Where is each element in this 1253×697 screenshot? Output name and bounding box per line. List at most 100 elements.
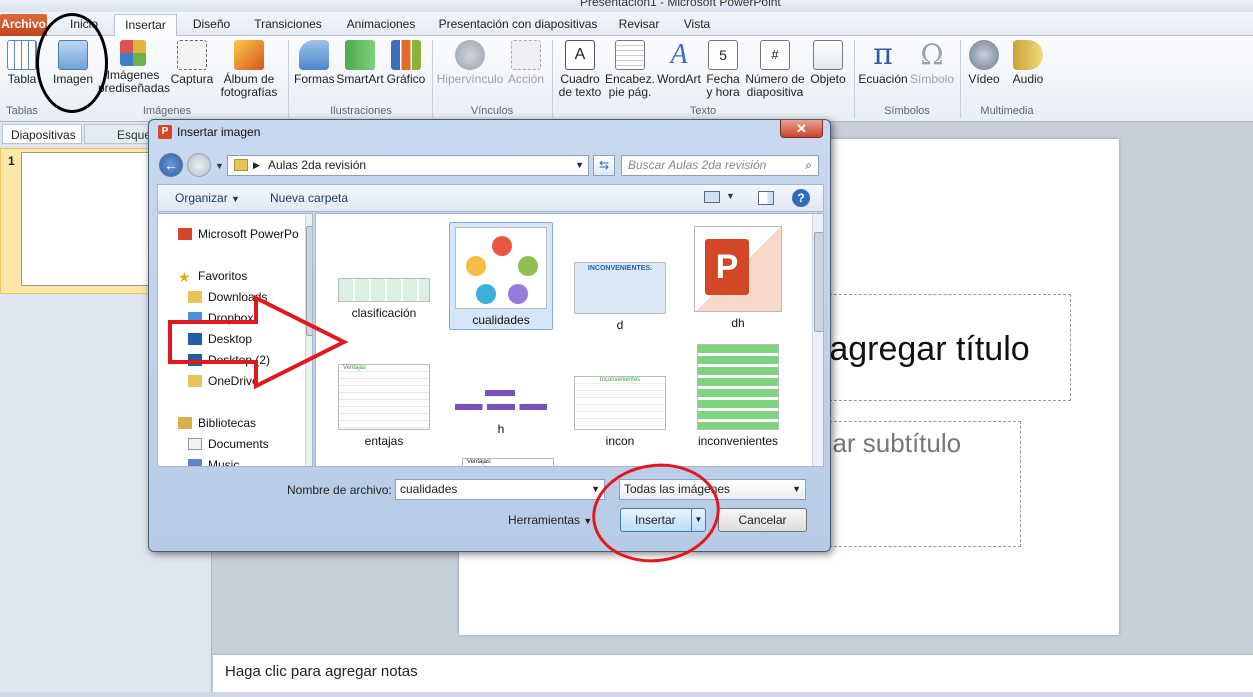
filename-input[interactable]: cualidades ▼	[395, 479, 605, 500]
thumbnail-text: Ventajas:	[467, 459, 492, 465]
diagram-node	[518, 256, 538, 276]
tools-button[interactable]: Herramientas ▼	[508, 513, 592, 527]
address-bar: ← → ▼ ▶ Aulas 2da revisión ▼ ⇆ Buscar Au…	[157, 153, 820, 179]
refresh-button[interactable]: ⇆	[593, 155, 615, 176]
ribbon-tabs: Archivo Inicio Insertar Diseño Transicio…	[0, 12, 1253, 37]
recent-pages-dropdown-icon[interactable]: ▼	[215, 161, 224, 171]
action-icon	[511, 40, 541, 70]
chevron-down-icon[interactable]: ▼	[726, 191, 735, 201]
header-footer-button[interactable]: Encabez. pie pág.	[604, 38, 656, 99]
date-time-button[interactable]: 5 Fecha y hora	[704, 38, 742, 99]
file-item-d[interactable]: INCONVENIENTES. d	[568, 222, 672, 332]
view-options-icon[interactable]	[704, 191, 720, 203]
wordart-button[interactable]: A WordArt	[656, 38, 702, 86]
object-icon	[813, 40, 843, 70]
search-input[interactable]: Buscar Aulas 2da revisión ⌕	[621, 155, 819, 176]
file-item-h[interactable]: h	[449, 344, 553, 444]
file-item-dh[interactable]: P dh	[686, 222, 790, 330]
audio-button[interactable]: Audio	[1008, 38, 1048, 86]
forward-button[interactable]: →	[187, 153, 211, 177]
photo-album-label: Álbum de fotografías	[220, 72, 278, 99]
slide-number-icon: #	[760, 40, 790, 70]
tab-archivo[interactable]: Archivo	[0, 14, 47, 36]
group-multimedia: Multimedia	[980, 105, 1034, 117]
star-icon: ★	[178, 269, 191, 285]
video-icon	[969, 40, 999, 70]
arrow-left-icon: ←	[164, 157, 178, 173]
screenshot-icon	[177, 40, 207, 70]
refresh-icon: ⇆	[598, 158, 610, 172]
screenshot-button[interactable]: Captura	[170, 38, 214, 86]
date-time-label: Fecha y hora	[706, 72, 740, 99]
thumbnail-text: INCONVENIENTES.	[587, 265, 653, 272]
clipart-button[interactable]: Imágenes prediseñadas	[98, 38, 171, 95]
audio-label: Audio	[1012, 72, 1044, 86]
group-vinculos: Vínculos	[470, 105, 514, 117]
notes-pane[interactable]: Haga clic para agregar notas	[213, 654, 1253, 692]
chart-button[interactable]: Gráfico	[386, 38, 426, 86]
file-label: clasificación	[351, 306, 417, 320]
video-button[interactable]: Vídeo	[964, 38, 1004, 86]
new-folder-button[interactable]: Nueva carpeta	[270, 191, 348, 205]
action-button[interactable]: Acción	[506, 38, 546, 86]
help-icon[interactable]: ?	[792, 189, 810, 207]
textbox-button[interactable]: A Cuadro de texto	[556, 38, 604, 99]
scrollbar-thumb[interactable]	[814, 232, 823, 332]
slide-number-label: Número de diapositiva	[745, 72, 805, 99]
path-breadcrumb[interactable]: ▶ Aulas 2da revisión ▼	[227, 155, 589, 176]
tab-slides[interactable]: Diapositivas	[2, 124, 82, 144]
equation-button[interactable]: π Ecuación	[858, 38, 908, 86]
back-button[interactable]: ←	[159, 153, 183, 177]
powerpoint-logo-icon: P	[705, 239, 749, 295]
tab-revisar[interactable]: Revisar	[612, 14, 666, 36]
object-button[interactable]: Objeto	[808, 38, 848, 86]
chevron-down-icon[interactable]: ▼	[575, 156, 584, 175]
smartart-button[interactable]: SmartArt	[336, 38, 384, 86]
tab-presentacion[interactable]: Presentación con diapositivas	[432, 14, 604, 36]
diagram-node	[508, 284, 528, 304]
hyperlink-button[interactable]: Hipervínculo	[436, 38, 504, 86]
tab-vista[interactable]: Vista	[676, 14, 718, 36]
file-item-next[interactable]: Ventajas:	[456, 458, 560, 466]
nav-item-music[interactable]: Music	[188, 458, 239, 466]
filename-value: cualidades	[400, 482, 458, 496]
tab-outline[interactable]: Esquema	[84, 124, 168, 144]
chevron-right-icon: ▶	[253, 160, 260, 170]
annotation-red-arrow	[168, 294, 349, 390]
symbol-button[interactable]: Ω Símbolo	[908, 38, 956, 86]
tab-insertar[interactable]: Insertar	[114, 14, 177, 37]
photo-album-button[interactable]: Álbum de fotografías	[216, 38, 282, 99]
file-item-inconvenientes[interactable]: inconvenientes	[686, 344, 790, 448]
nav-item-favorites[interactable]: ★ Favoritos	[178, 269, 247, 285]
equation-icon: π	[873, 37, 893, 72]
slide-number-button[interactable]: # Número de diapositiva	[744, 38, 806, 99]
title-placeholder-text: ragregar título	[818, 330, 1030, 369]
smartart-label: SmartArt	[336, 72, 384, 86]
tab-transiciones[interactable]: Transiciones	[247, 14, 329, 36]
thumbnail-text: Inconvenientes	[599, 377, 641, 383]
preview-pane-icon[interactable]	[758, 191, 774, 205]
library-icon	[178, 417, 192, 429]
dialog-footer: Nombre de archivo: cualidades ▼ Todas las…	[157, 470, 824, 548]
close-button[interactable]: ✕	[780, 120, 823, 138]
diagram-node	[492, 236, 512, 256]
cancel-button[interactable]: Cancelar	[718, 508, 807, 532]
file-item-incon[interactable]: Inconvenientes incon	[568, 344, 672, 448]
textbox-icon: A	[565, 40, 595, 70]
tab-diseno[interactable]: Diseño	[184, 14, 239, 36]
shapes-button[interactable]: Formas	[294, 38, 335, 86]
nav-item-libraries[interactable]: Bibliotecas	[178, 416, 256, 430]
search-icon: ⌕	[805, 158, 812, 172]
action-label: Acción	[507, 72, 545, 86]
dialog-toolbar: Organizar ▼ Nueva carpeta ▼ ?	[157, 184, 824, 212]
file-label: h	[497, 422, 505, 436]
nav-item-documents[interactable]: Documents	[188, 437, 269, 451]
object-label: Objeto	[810, 72, 846, 86]
nav-item-powerpoint[interactable]: Microsoft PowerPo	[178, 227, 299, 241]
file-scrollbar[interactable]	[812, 214, 823, 466]
organize-button[interactable]: Organizar ▼	[175, 191, 240, 205]
file-item-cualidades[interactable]: cualidades	[449, 222, 553, 330]
tab-animaciones[interactable]: Animaciones	[338, 14, 424, 36]
clipart-label: Imágenes prediseñadas	[98, 68, 171, 95]
file-thumbnail	[455, 384, 547, 418]
